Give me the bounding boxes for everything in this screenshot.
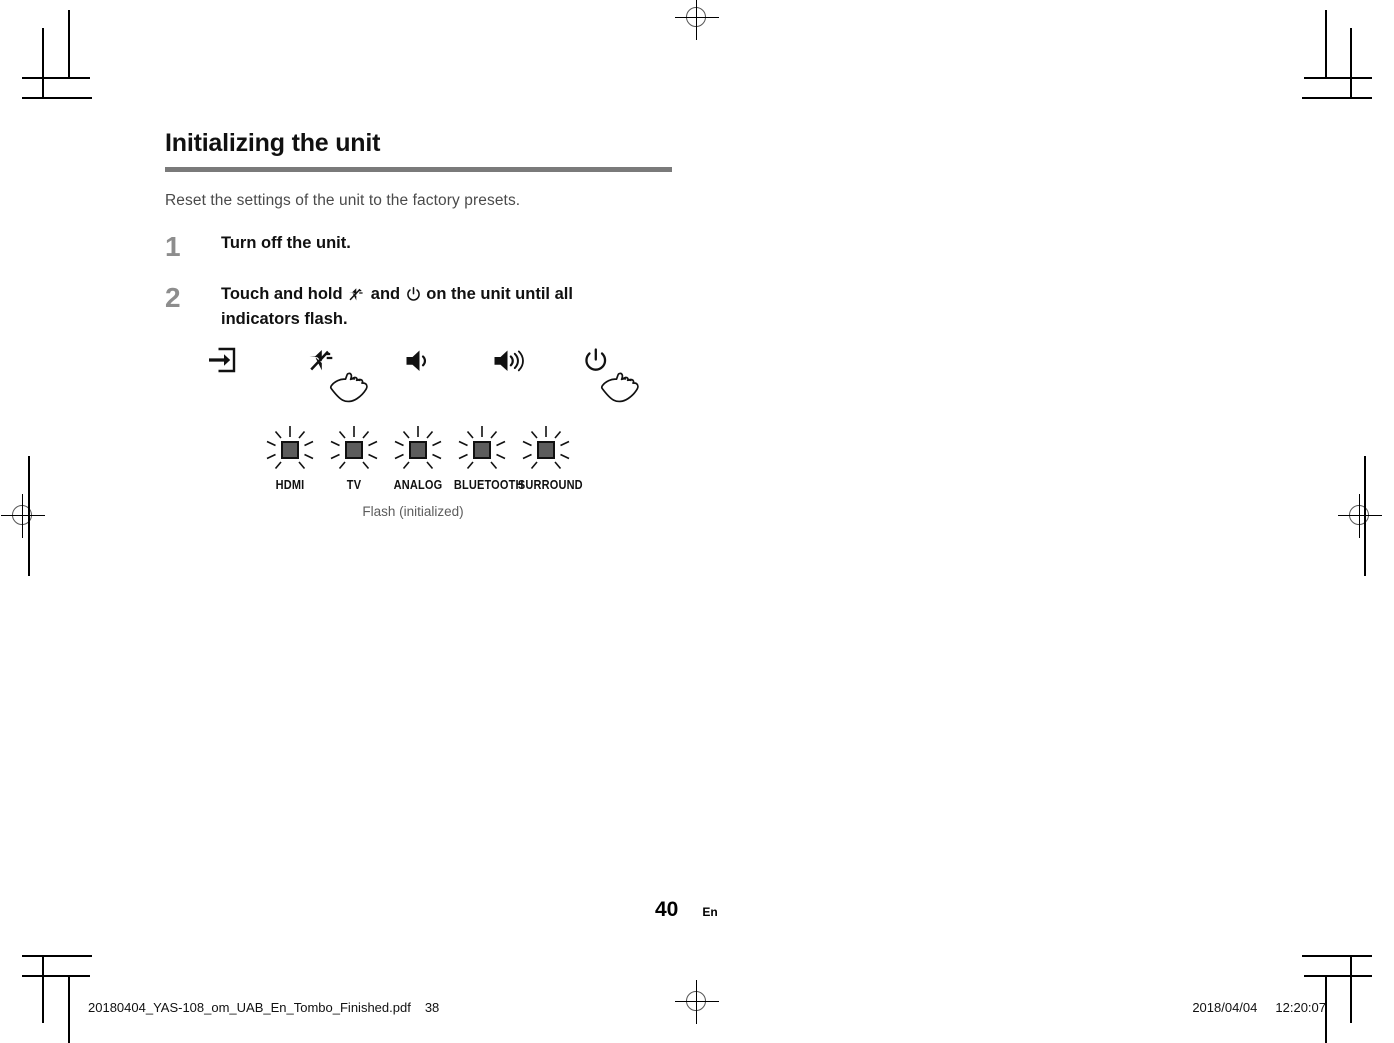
page-number: 40 xyxy=(655,898,679,921)
indicator-label: ANALOG xyxy=(393,478,443,492)
registration-mark-top-center xyxy=(675,0,719,40)
power-icon xyxy=(406,286,421,308)
print-footer-filename-text: 20180404_YAS-108_om_UAB_En_Tombo_Finishe… xyxy=(88,1000,411,1015)
print-footer-date: 2018/04/04 xyxy=(1192,1000,1258,1015)
print-footer-filename: 20180404_YAS-108_om_UAB_En_Tombo_Finishe… xyxy=(88,1000,439,1015)
page-footer: 40 En xyxy=(655,898,718,922)
indicator-label: BLUETOOTH xyxy=(453,478,524,492)
print-footer-time: 12:20:07 xyxy=(1275,1000,1326,1015)
step-text: Touch and hold and on the unit until all… xyxy=(221,283,641,331)
crop-mark-bottom-right-horizontal-inner xyxy=(1302,955,1372,957)
volume-down-icon xyxy=(405,349,433,378)
pointing-hand-icon xyxy=(327,366,377,411)
step-text-before: Touch and hold xyxy=(221,285,348,303)
indicator-item: SURROUND xyxy=(514,424,583,492)
crop-mark-bottom-left-vertical-outer xyxy=(68,975,70,1043)
registration-vertical-line xyxy=(22,494,23,538)
flashing-indicator-graphic xyxy=(458,426,506,470)
flashing-indicator-graphic xyxy=(522,426,570,470)
flash-caption: Flash (initialized) xyxy=(362,504,464,519)
step-text-middle: and xyxy=(366,285,405,303)
step-number: 1 xyxy=(165,231,181,262)
registration-vertical-line xyxy=(1359,494,1360,538)
crop-mark-bottom-left-horizontal-inner xyxy=(22,955,92,957)
flashing-indicator-graphic xyxy=(394,426,442,470)
intro-paragraph: Reset the settings of the unit to the fa… xyxy=(165,192,521,209)
registration-vertical-line xyxy=(696,0,697,40)
crop-mark-top-right-vertical-inner xyxy=(1350,28,1352,98)
crop-mark-bottom-left-vertical-inner xyxy=(42,955,44,1023)
crop-mark-top-right-vertical-outer xyxy=(1325,10,1327,78)
crop-mark-top-left-vertical-outer xyxy=(68,10,70,78)
registration-vertical-line xyxy=(696,980,697,1024)
crop-mark-top-right-horizontal-inner xyxy=(1302,97,1372,99)
title-underline-rule xyxy=(165,167,672,172)
crop-mark-top-right-horizontal-outer xyxy=(1304,77,1372,79)
input-select-icon xyxy=(207,346,237,379)
step-text: Turn off the unit. xyxy=(221,234,351,252)
registration-mark-right-middle xyxy=(1338,494,1382,538)
page-language-label: En xyxy=(702,905,718,919)
indicator-item: TV xyxy=(322,424,386,492)
steps-list: 1 Turn off the unit. 2 Touch and hold an… xyxy=(165,232,1065,331)
registration-mark-left-middle xyxy=(1,494,45,538)
flashing-indicator-graphic xyxy=(330,426,378,470)
flashing-indicator-graphic xyxy=(266,426,314,470)
crop-mark-top-left-horizontal-inner xyxy=(22,97,92,99)
indicator-label: TV xyxy=(346,478,362,492)
indicator-item: BLUETOOTH xyxy=(450,424,524,492)
indicator-row: HDMI TV ANALOG BLUETOOTH SURROUND xyxy=(258,424,583,492)
pointing-hand-icon xyxy=(598,366,648,411)
print-footer-sheet-number: 38 xyxy=(424,1000,440,1015)
page-content: Initializing the unit Reset the settings… xyxy=(165,128,1065,353)
registration-mark-bottom-center xyxy=(675,980,719,1024)
crop-mark-bottom-right-vertical-inner xyxy=(1350,955,1352,1023)
step-item: 2 Touch and hold and on the unit until a… xyxy=(165,283,1065,331)
crop-mark-top-left-horizontal-outer xyxy=(22,77,90,79)
indicator-label: SURROUND xyxy=(517,478,583,492)
trim-tick-left-middle xyxy=(28,456,30,576)
registration-horizontal-line xyxy=(675,17,719,18)
print-footer-timestamp: 2018/04/04 12:20:07 xyxy=(1192,1000,1326,1015)
crop-mark-top-left-vertical-inner xyxy=(42,28,44,98)
volume-up-icon xyxy=(493,349,529,378)
step-item: 1 Turn off the unit. xyxy=(165,232,1065,261)
indicator-label: HDMI xyxy=(275,478,305,492)
crop-mark-bottom-left-horizontal-outer xyxy=(22,975,90,977)
registration-horizontal-line xyxy=(675,1001,719,1002)
indicator-item: ANALOG xyxy=(386,424,450,492)
registration-horizontal-line xyxy=(1,515,45,516)
unit-button-row xyxy=(200,344,670,406)
page-title: Initializing the unit xyxy=(165,129,381,157)
registration-horizontal-line xyxy=(1338,515,1382,516)
step-number: 2 xyxy=(165,282,181,313)
indicator-item: HDMI xyxy=(258,424,322,492)
mute-icon xyxy=(348,286,365,308)
trim-tick-right-middle xyxy=(1364,456,1366,576)
crop-mark-bottom-right-horizontal-outer xyxy=(1304,975,1372,977)
